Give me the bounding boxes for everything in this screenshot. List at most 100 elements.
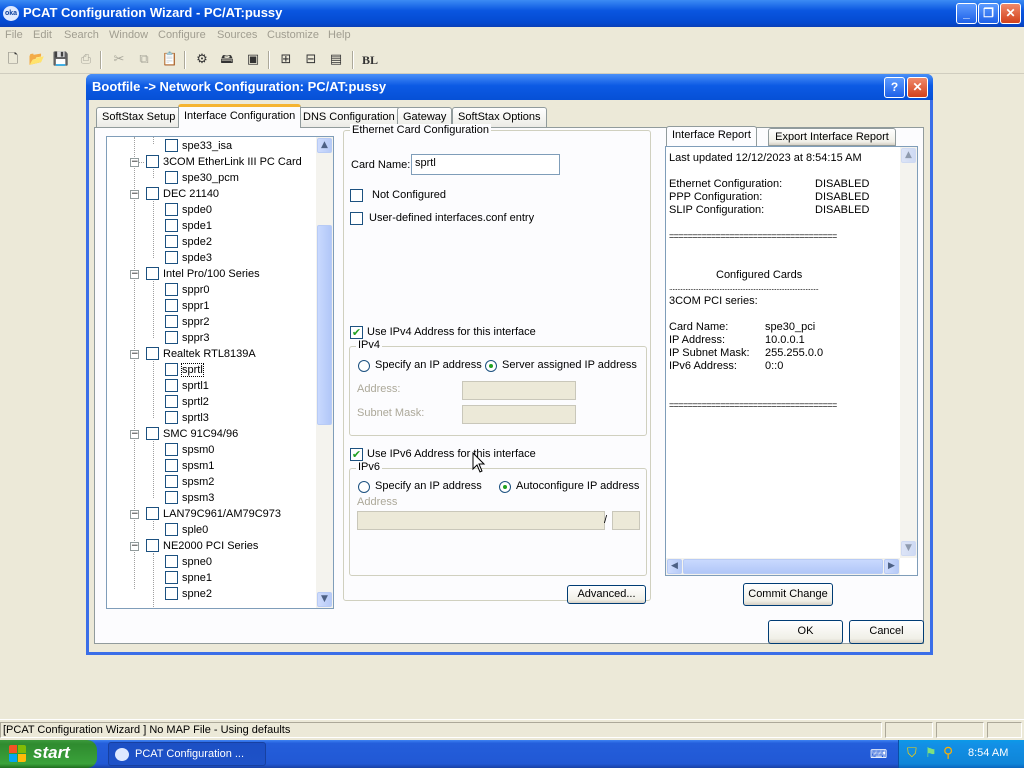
cut-icon[interactable]: ✂ (109, 50, 129, 70)
dialog-close-button[interactable]: ✕ (907, 77, 928, 98)
transfer-icon[interactable]: ▣ (243, 50, 263, 70)
tree-icon[interactable]: ⊟ (301, 50, 321, 70)
tree-checkbox[interactable] (165, 587, 178, 600)
report-scroll-right-icon[interactable]: ▶ (884, 559, 899, 574)
ipv4-address-input[interactable] (462, 381, 576, 400)
scroll-up-icon[interactable]: ▲ (317, 138, 332, 153)
new-icon[interactable]: 🗋 (3, 50, 23, 70)
open-icon[interactable]: 📂 (27, 50, 47, 70)
tree-checkbox[interactable] (165, 459, 178, 472)
tree-expander[interactable]: − (130, 430, 139, 439)
card-name-input[interactable]: sprtl (411, 154, 560, 175)
network-icon[interactable]: ⊞ (276, 50, 296, 70)
tree-checkbox[interactable] (165, 315, 178, 328)
ok-button[interactable]: OK (768, 620, 843, 644)
tree-checkbox[interactable] (146, 267, 159, 280)
print-icon[interactable]: ⎙ (76, 50, 96, 70)
help-button[interactable]: ? (884, 77, 905, 98)
tree-checkbox[interactable] (165, 491, 178, 504)
scroll-thumb[interactable] (317, 225, 332, 425)
tree-checkbox[interactable] (146, 155, 159, 168)
tree-expander[interactable]: − (130, 270, 139, 279)
report-scroll-left-icon[interactable]: ◀ (667, 559, 682, 574)
tree-expander[interactable]: − (130, 350, 139, 359)
ipv6-prefix-input[interactable] (612, 511, 640, 530)
tree-checkbox[interactable] (165, 411, 178, 424)
tree-checkbox[interactable] (165, 203, 178, 216)
network-tray-icon[interactable]: ⚑ (925, 746, 937, 761)
user-defined-checkbox[interactable] (350, 212, 363, 225)
report-scroll-up-icon[interactable]: ▲ (901, 148, 916, 163)
tree-checkbox[interactable] (165, 555, 178, 568)
tree-expander[interactable]: − (130, 542, 139, 551)
ipv6-auto-radio[interactable] (499, 481, 511, 493)
shield-icon[interactable]: ⛉ (907, 746, 917, 761)
not-configured-checkbox[interactable] (350, 189, 363, 202)
tree-checkbox[interactable] (165, 251, 178, 264)
ipv4-server-radio[interactable] (485, 360, 497, 372)
menu-file[interactable]: File (5, 29, 23, 41)
tree-checkbox[interactable] (146, 539, 159, 552)
minimize-button[interactable]: _ (956, 3, 977, 24)
tree-expander[interactable]: − (130, 158, 139, 167)
tree-checkbox[interactable] (165, 139, 178, 152)
commit-change-button[interactable]: Commit Change (743, 583, 833, 606)
tree-checkbox[interactable] (165, 299, 178, 312)
tree-checkbox[interactable] (146, 347, 159, 360)
tree-expander[interactable]: − (130, 190, 139, 199)
save-icon[interactable]: 💾 (51, 50, 71, 70)
tree-checkbox[interactable] (165, 283, 178, 296)
disk-icon[interactable]: 🖴 (217, 50, 237, 70)
tree-checkbox[interactable] (146, 427, 159, 440)
use-ipv6-checkbox[interactable]: ✔ (350, 448, 363, 461)
start-button[interactable]: start (0, 740, 97, 768)
interface-tree[interactable]: spe33_isa − 3COM EtherLink III PC Card s… (106, 136, 334, 609)
tree-checkbox[interactable] (165, 235, 178, 248)
tree-expander[interactable]: − (130, 510, 139, 519)
copy-icon[interactable]: ⧉ (134, 50, 154, 70)
maximize-button[interactable]: ❐ (978, 3, 999, 24)
tree-checkbox[interactable] (146, 507, 159, 520)
menu-configure[interactable]: Configure (158, 29, 206, 41)
search-tray-icon[interactable]: ⚲ (943, 745, 953, 761)
report-hscrollbar[interactable]: ◀ ▶ (666, 558, 900, 575)
taskbar-item-pcat[interactable]: PCAT Configuration ... (108, 742, 266, 766)
tree-checkbox[interactable] (165, 219, 178, 232)
menu-edit[interactable]: Edit (33, 29, 52, 41)
tree-checkbox[interactable] (165, 379, 178, 392)
ipv6-address-input[interactable] (357, 511, 605, 530)
bl-icon[interactable]: BL (360, 50, 380, 70)
report-scroll-down-icon[interactable]: ▼ (901, 541, 916, 556)
interface-report-tab[interactable]: Interface Report (666, 126, 757, 146)
tab-interface-configuration[interactable]: Interface Configuration (178, 104, 302, 128)
ipv4-specify-radio[interactable] (358, 360, 370, 372)
tree-checkbox[interactable] (165, 443, 178, 456)
tab-softstax-setup[interactable]: SoftStax Setup (96, 107, 182, 127)
tree-checkbox[interactable] (165, 571, 178, 584)
tree-checkbox[interactable] (165, 395, 178, 408)
subnet-mask-input[interactable] (462, 405, 576, 424)
paste-icon[interactable]: 📋 (160, 50, 180, 70)
keyboard-icon[interactable]: ⌨ (870, 747, 887, 761)
ipv6-specify-radio[interactable] (358, 481, 370, 493)
tree-checkbox[interactable] (165, 171, 178, 184)
menu-search[interactable]: Search (64, 29, 99, 41)
export-report-button[interactable]: Export Interface Report (768, 128, 896, 146)
cancel-button[interactable]: Cancel (849, 620, 924, 644)
scroll-down-icon[interactable]: ▼ (317, 592, 332, 607)
tree-scrollbar[interactable]: ▲ ▼ (316, 137, 333, 608)
tree-checkbox[interactable] (165, 475, 178, 488)
tree-checkbox[interactable] (146, 187, 159, 200)
report-vscrollbar[interactable]: ▲ ▼ (900, 147, 917, 558)
use-ipv4-checkbox[interactable]: ✔ (350, 326, 363, 339)
save-all-icon[interactable]: ▤ (326, 50, 346, 70)
tree-checkbox[interactable] (165, 523, 178, 536)
report-hscroll-thumb[interactable] (683, 559, 883, 574)
menu-window[interactable]: Window (109, 29, 148, 41)
menu-customize[interactable]: Customize (267, 29, 319, 41)
close-button[interactable]: ✕ (1000, 3, 1021, 24)
menu-help[interactable]: Help (328, 29, 351, 41)
tree-checkbox[interactable] (165, 363, 178, 376)
build-icon[interactable]: ⚙ (192, 50, 212, 70)
tree-checkbox[interactable] (165, 331, 178, 344)
